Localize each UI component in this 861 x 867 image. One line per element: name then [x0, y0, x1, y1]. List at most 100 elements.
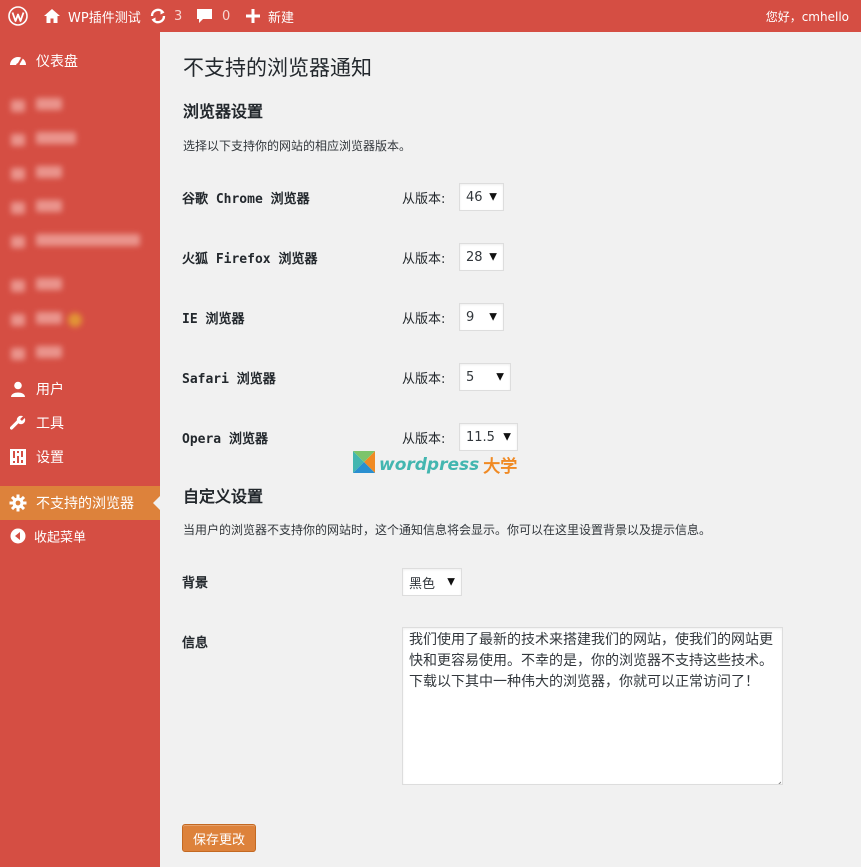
menu-dashboard[interactable]: 仪表盘	[0, 44, 160, 78]
site-name-link[interactable]: WP插件测试	[43, 0, 141, 32]
settings-sliders-icon	[9, 448, 27, 466]
menu-appearance-label	[36, 278, 62, 294]
wrench-icon	[9, 414, 27, 432]
site-name: WP插件测试	[68, 10, 141, 26]
menu-plugins-label	[36, 312, 82, 328]
chrome-version-select[interactable]: 46 ▼	[459, 183, 504, 211]
dropdown-arrow-icon: ▼	[503, 431, 511, 443]
ie-version-select[interactable]: 9 ▼	[459, 303, 504, 331]
dropdown-arrow-icon: ▼	[489, 311, 497, 323]
menu-other-label	[36, 346, 62, 362]
menu-users-label: 用户	[36, 382, 64, 398]
selected-value: 28	[466, 249, 483, 265]
wordpress-daxue-watermark: wordpress 大学	[353, 451, 517, 478]
greeting: 您好，cmhello	[765, 9, 849, 24]
menu-media[interactable]	[0, 123, 160, 157]
menu-pages-label	[36, 166, 62, 182]
menu-unsupported-browser-label: 不支持的浏览器	[36, 496, 134, 512]
plugin-icon	[9, 233, 27, 251]
menu-plugin-label	[36, 234, 140, 250]
menu-comments-label	[36, 200, 62, 216]
updates-count: 3	[174, 8, 183, 24]
section-custom-settings-title: 自定义设置	[183, 487, 264, 506]
menu-plugin[interactable]	[0, 225, 160, 259]
menu-settings[interactable]: 设置	[0, 440, 160, 474]
plugins-icon	[9, 311, 27, 329]
comment-icon	[9, 199, 27, 217]
comment-icon	[196, 8, 213, 24]
message-text: 我们使用了最新的技术来搭建我们的网站，使我们的网站更快和更容易使用。不幸的是，你…	[409, 632, 773, 690]
menu-posts-label	[36, 98, 62, 114]
new-label: 新建	[268, 10, 295, 26]
admin-sidebar: 仪表盘 用户 工具 设置 不支持的浏览器 收起菜单	[0, 32, 160, 867]
browser-label: Opera 浏览器	[182, 432, 268, 447]
menu-tools-label: 工具	[36, 416, 64, 432]
selected-value: 黑色	[409, 576, 436, 592]
selected-value: 46	[466, 189, 483, 205]
background-label: 背景	[182, 576, 209, 591]
watermark-cn: 大学	[483, 457, 518, 477]
resize-handle-icon[interactable]	[773, 775, 782, 784]
menu-comments[interactable]	[0, 191, 160, 225]
menu-users[interactable]: 用户	[0, 372, 160, 406]
menu-tools[interactable]: 工具	[0, 406, 160, 440]
message-textarea[interactable]: 我们使用了最新的技术来搭建我们的网站，使我们的网站更快和更容易使用。不幸的是，你…	[402, 627, 783, 785]
updates-icon	[149, 7, 167, 25]
save-changes-button[interactable]: 保存更改	[182, 824, 256, 852]
main-content: 不支持的浏览器通知 浏览器设置 选择以下支持你的网站的相应浏览器版本。 谷歌 C…	[160, 32, 861, 867]
browser-label: IE 浏览器	[182, 312, 245, 327]
dashboard-icon	[9, 52, 27, 70]
dropdown-arrow-icon: ▼	[489, 191, 497, 203]
opera-version-select[interactable]: 11.5 ▼	[459, 423, 518, 451]
menu-settings-label: 设置	[36, 450, 64, 466]
menu-media-label	[36, 132, 76, 148]
admin-bar: WP插件测试 3 0 新建 您好，cmhello	[0, 0, 861, 32]
user-icon	[9, 380, 27, 398]
selected-value: 9	[466, 309, 475, 325]
grid-icon	[9, 345, 27, 363]
selected-value: 5	[466, 369, 475, 385]
menu-dashboard-label: 仪表盘	[36, 54, 78, 70]
update-badge	[68, 313, 82, 327]
browser-label: 谷歌 Chrome 浏览器	[182, 192, 310, 207]
collapse-menu-button[interactable]: 收起菜单	[0, 519, 160, 553]
watermark-text: wordpress	[379, 454, 480, 475]
comments-link[interactable]: 0	[196, 0, 230, 32]
watermark-logo-icon	[353, 451, 375, 478]
menu-appearance[interactable]	[0, 269, 160, 303]
pin-icon	[9, 97, 27, 115]
section-browser-settings-desc: 选择以下支持你的网站的相应浏览器版本。	[183, 139, 412, 153]
wordpress-logo-icon[interactable]	[8, 0, 28, 32]
browser-label: Safari 浏览器	[182, 372, 276, 387]
brush-icon	[9, 277, 27, 295]
version-label: 从版本:	[402, 192, 446, 207]
updates-link[interactable]: 3	[149, 0, 182, 32]
version-label: 从版本:	[402, 252, 446, 267]
selected-value: 11.5	[466, 429, 495, 445]
collapse-menu-label: 收起菜单	[34, 530, 87, 546]
menu-other[interactable]	[0, 337, 160, 371]
message-label: 信息	[182, 636, 209, 651]
dropdown-arrow-icon: ▼	[496, 371, 504, 383]
background-select[interactable]: 黑色 ▼	[402, 568, 462, 596]
dropdown-arrow-icon: ▼	[489, 251, 497, 263]
comments-count: 0	[222, 8, 231, 24]
menu-unsupported-browser[interactable]: 不支持的浏览器	[0, 486, 160, 520]
plus-icon	[246, 9, 260, 23]
firefox-version-select[interactable]: 28 ▼	[459, 243, 504, 271]
my-account-link[interactable]: 您好，cmhello	[766, 0, 849, 32]
version-label: 从版本:	[402, 432, 446, 447]
new-content-link[interactable]: 新建	[246, 0, 294, 32]
version-label: 从版本:	[402, 312, 446, 327]
section-custom-settings-desc: 当用户的浏览器不支持你的网站时，这个通知信息将会显示。你可以在这里设置背景以及提…	[183, 523, 712, 537]
safari-version-select[interactable]: 5 ▼	[459, 363, 511, 391]
page-title: 不支持的浏览器通知	[183, 56, 372, 80]
menu-posts[interactable]	[0, 89, 160, 123]
browser-label: 火狐 Firefox 浏览器	[182, 252, 318, 267]
menu-plugins[interactable]	[0, 303, 160, 337]
media-icon	[9, 131, 27, 149]
menu-pages[interactable]	[0, 157, 160, 191]
version-label: 从版本:	[402, 372, 446, 387]
home-icon	[43, 8, 61, 24]
page-icon	[9, 165, 27, 183]
